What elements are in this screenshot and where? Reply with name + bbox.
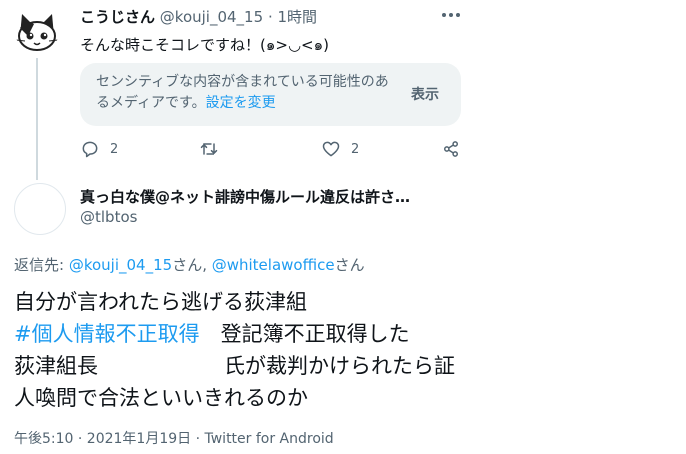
tweet-body-line-3: 荻津組長 氏が裁判かけられたら証 <box>14 354 455 378</box>
tweet-body-line-4: 人喚問で合法といいきれるのか <box>14 386 308 410</box>
hashtag-link[interactable]: #個人情報不正取得 <box>14 322 200 346</box>
retweet-icon <box>200 143 218 155</box>
share-icon <box>444 141 458 157</box>
tweet-body-line-2-rest: 登記簿不正取得した <box>199 322 410 346</box>
sensitive-media-card: センシティブな内容が含まれている可能性のあるメディアです。設定を変更 表示 <box>80 63 461 126</box>
like-button[interactable]: 2 <box>321 136 359 162</box>
reply-handle[interactable]: @kouji_04_15 <box>160 8 263 26</box>
cat-avatar-icon[interactable] <box>14 6 60 52</box>
tweet-body-line-1: 自分が言われたら逃げる荻津組 <box>14 290 307 314</box>
tweet-body-line-2: #個人情報不正取得 登記簿不正取得した <box>14 318 410 348</box>
change-settings-link[interactable]: 設定を変更 <box>206 95 276 111</box>
avatar[interactable] <box>14 183 66 235</box>
like-count: 2 <box>351 141 360 157</box>
reply-button[interactable]: 2 <box>80 136 118 162</box>
retweet-button[interactable] <box>199 136 219 162</box>
mention-kouji[interactable]: @kouji_04_15 <box>69 256 172 274</box>
like-icon <box>322 141 340 157</box>
main-handle[interactable]: @tlbtos <box>80 208 137 226</box>
reply-tweet-header: こうじさん @kouji_04_15 · 1時間 <box>80 6 317 27</box>
more-icon[interactable] <box>436 6 466 24</box>
header-separator: · <box>267 8 273 26</box>
mention-whitelawoffice[interactable]: @whitelawoffice <box>212 256 335 274</box>
san-suffix-1: さん, <box>172 256 212 274</box>
show-media-button[interactable]: 表示 <box>396 81 454 109</box>
main-display-name[interactable]: 真っ白な僕@ネット誹謗中傷ルール違反は許さ… <box>80 186 410 207</box>
reply-count: 2 <box>110 141 119 157</box>
reply-time[interactable]: 1時間 <box>278 8 318 26</box>
san-suffix-2: さん <box>334 256 365 274</box>
reply-to-line: 返信先: @kouji_04_15さん, @whitelawofficeさん <box>14 254 365 275</box>
reply-tweet-text: そんな時こそコレですね！(๑>◡<๑) <box>80 36 329 54</box>
tweet-meta[interactable]: 午後5:10 · 2021年1月19日 · Twitter for Androi… <box>14 428 334 448</box>
sensitive-warning: センシティブな内容が含まれている可能性のあるメディアです。設定を変更 <box>96 72 396 114</box>
share-button[interactable] <box>441 136 461 162</box>
reply-prefix: 返信先: <box>14 256 69 274</box>
reply-icon <box>82 141 98 158</box>
reply-display-name[interactable]: こうじさん <box>80 8 155 26</box>
thread-line <box>36 58 38 180</box>
